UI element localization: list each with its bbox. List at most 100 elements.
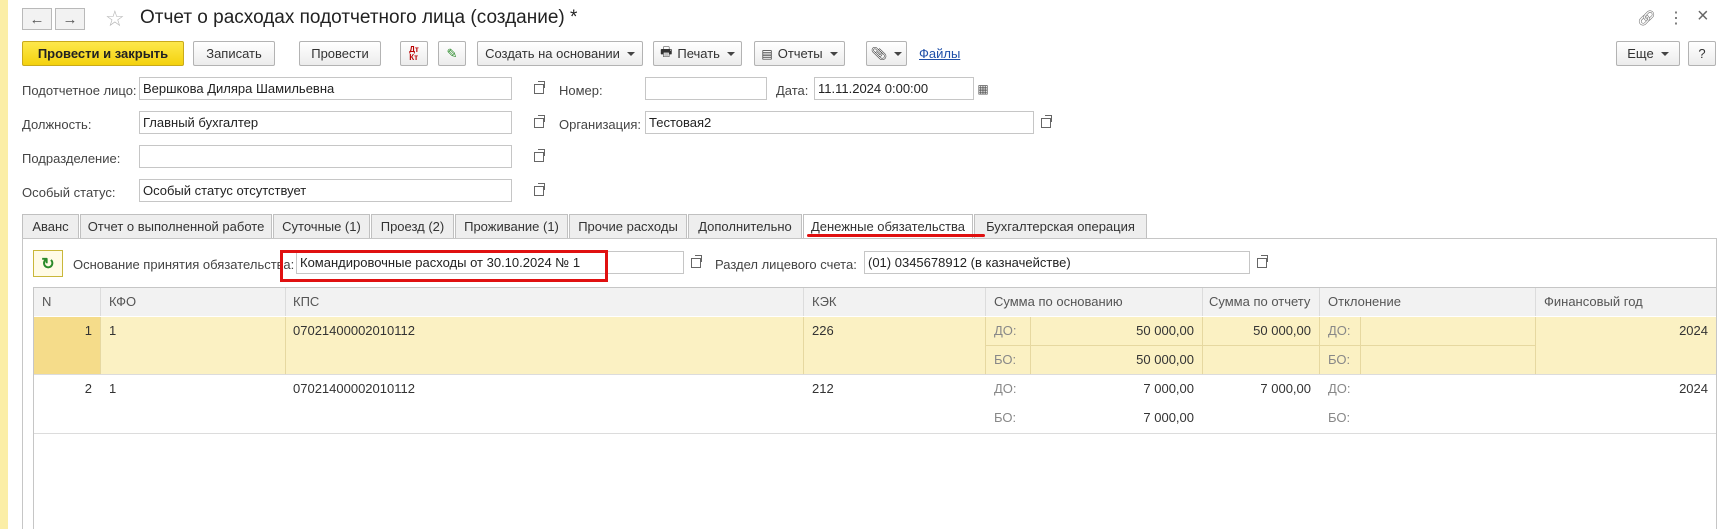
chevron-down-icon [1660, 51, 1669, 56]
row-bo-label: БО: [994, 410, 1017, 425]
open-icon[interactable] [529, 77, 549, 100]
column-header-kek[interactable]: КЭК [812, 287, 837, 315]
refresh-icon[interactable]: ↻ [33, 250, 63, 277]
open-icon[interactable] [686, 251, 706, 274]
chevron-down-icon [894, 51, 903, 56]
divider [100, 288, 101, 316]
person-field[interactable]: Вершкова Диляра Шамильевна [139, 77, 512, 100]
reports-label: Отчеты [777, 46, 823, 61]
row-number: 1 [84, 323, 92, 338]
save-button[interactable]: Записать [193, 41, 275, 66]
divider [1535, 317, 1536, 374]
edit-pencil-icon[interactable]: ✎ [438, 41, 466, 66]
chevron-down-icon [726, 51, 735, 56]
tab-per-diem[interactable]: Суточные (1) [273, 214, 370, 239]
tab-additional[interactable]: Дополнительно [688, 214, 802, 239]
number-label: Номер: [559, 83, 603, 98]
column-header-basis-sum[interactable]: Сумма по основанию [994, 287, 1123, 315]
print-button[interactable]: 🖶︎ Печать [653, 41, 742, 66]
page-title: Отчет о расходах подотчетного лица (созд… [140, 7, 578, 28]
open-icon[interactable] [1252, 251, 1272, 274]
forward-button[interactable]: → [55, 8, 85, 30]
row-kek: 212 [812, 381, 834, 396]
divider [985, 345, 1535, 346]
tab-advance[interactable]: Аванс [22, 214, 79, 239]
row-fiscal-year: 2024 [1679, 323, 1708, 338]
annotation-highlight-box [280, 250, 608, 282]
left-accent-bar [0, 0, 8, 529]
department-field[interactable] [139, 145, 512, 168]
row-do-label: ДО: [994, 323, 1017, 338]
table-row[interactable] [34, 375, 1716, 432]
favorite-star-icon[interactable]: ☆ [105, 6, 125, 32]
tab-work-report[interactable]: Отчет о выполненной работе [80, 214, 272, 239]
attach-button[interactable]: 📎︎ [866, 41, 907, 66]
tab-other-expenses[interactable]: Прочие расходы [569, 214, 687, 239]
create-based-on-button[interactable]: Создать на основании [477, 41, 643, 66]
post-and-close-button[interactable]: Провести и закрыть [22, 41, 184, 66]
column-header-kps[interactable]: КПС [293, 287, 319, 315]
divider [803, 317, 804, 374]
row-kps: 07021400002010112 [293, 381, 415, 396]
back-button[interactable]: ← [22, 8, 52, 30]
files-link[interactable]: Файлы [919, 46, 960, 61]
row-bo-value: 7 000,00 [1143, 410, 1194, 425]
dt-kt-icon[interactable]: Дт Кт [400, 41, 428, 66]
divider [803, 288, 804, 316]
person-label: Подотчетное лицо: [22, 83, 137, 98]
chevron-down-icon [626, 51, 635, 56]
row-kek: 226 [812, 323, 834, 338]
tab-travel[interactable]: Проезд (2) [371, 214, 454, 239]
post-button[interactable]: Провести [299, 41, 381, 66]
status-field[interactable]: Особый статус отсутствует [139, 179, 512, 202]
printer-icon: 🖶︎ [660, 43, 673, 59]
annotation-underline [807, 234, 985, 237]
tab-accounting-operation[interactable]: Бухгалтерская операция [974, 214, 1147, 239]
row-bo-label: БО: [994, 352, 1017, 367]
row-do-value: 50 000,00 [1136, 323, 1194, 338]
close-icon[interactable]: × [1697, 5, 1709, 28]
divider [285, 288, 286, 316]
reports-icon: ▤ [761, 46, 773, 61]
reports-button[interactable]: ▤ Отчеты [754, 41, 845, 66]
divider [1535, 288, 1536, 316]
date-label: Дата: [776, 83, 809, 98]
column-header-kfo[interactable]: КФО [109, 287, 136, 315]
row-deviation-bo: БО: [1328, 410, 1351, 425]
open-icon[interactable] [529, 111, 549, 134]
more-menu-icon[interactable]: ⋮ [1668, 8, 1684, 28]
position-label: Должность: [22, 117, 92, 132]
row-deviation-bo: БО: [1328, 352, 1351, 367]
column-header-fiscal-year[interactable]: Финансовый год [1544, 287, 1643, 315]
row-deviation-do: ДО: [1328, 323, 1351, 338]
print-label: Печать [677, 46, 720, 61]
divider [34, 433, 1716, 434]
more-button[interactable]: Еще [1616, 41, 1680, 66]
column-header-deviation[interactable]: Отклонение [1328, 287, 1401, 315]
chevron-down-icon [829, 51, 838, 56]
account-label: Раздел лицевого счета: [715, 257, 857, 272]
create-based-on-label: Создать на основании [485, 46, 620, 61]
divider [1319, 288, 1320, 316]
link-icon[interactable]: 🔗︎ [1637, 9, 1656, 27]
open-icon[interactable] [529, 179, 549, 202]
number-field[interactable] [645, 77, 767, 100]
open-icon[interactable] [1036, 111, 1056, 134]
table-header [34, 288, 1716, 316]
organization-field[interactable]: Тестовая2 [645, 111, 1034, 134]
help-button[interactable]: ? [1688, 41, 1716, 66]
divider [100, 317, 101, 374]
row-do-label: ДО: [994, 381, 1017, 396]
position-field[interactable]: Главный бухгалтер [139, 111, 512, 134]
calendar-icon[interactable]: ▦ [973, 77, 993, 100]
column-header-n[interactable]: N [42, 287, 51, 315]
paperclip-icon: 📎︎ [870, 45, 888, 61]
row-deviation-do: ДО: [1328, 381, 1351, 396]
tab-accommodation[interactable]: Проживание (1) [455, 214, 568, 239]
account-field[interactable]: (01) 0345678912 (в казначействе) [864, 251, 1250, 274]
column-header-report-sum[interactable]: Сумма по отчету [1209, 287, 1310, 315]
department-label: Подразделение: [22, 151, 121, 166]
open-icon[interactable] [529, 145, 549, 168]
date-field[interactable]: 11.11.2024 0:00:00 [814, 77, 974, 100]
row-report-sum: 7 000,00 [1260, 381, 1311, 396]
